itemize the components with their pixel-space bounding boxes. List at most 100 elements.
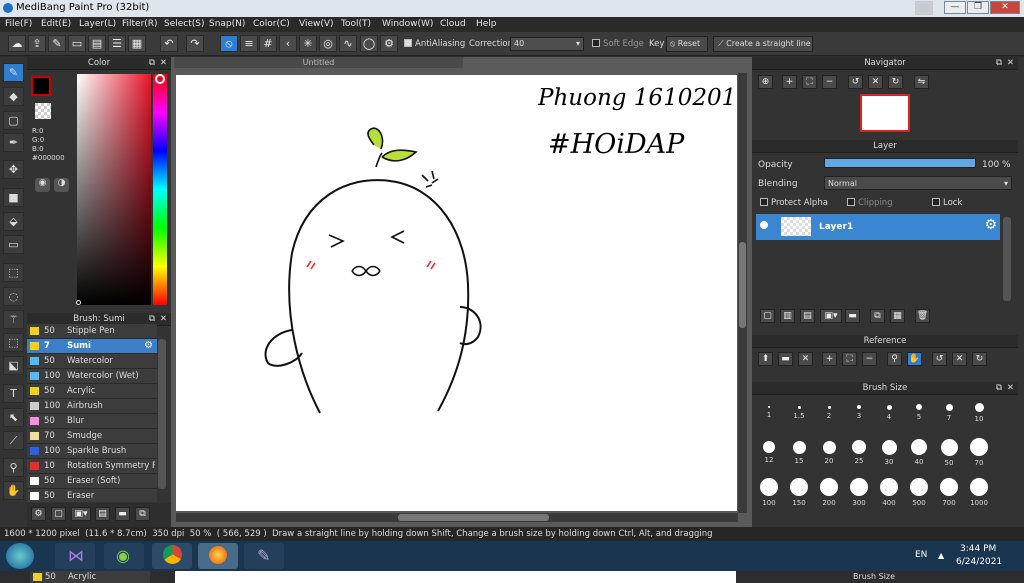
brush-size-option[interactable]: 4 [874, 397, 904, 421]
vanish-snap-icon[interactable]: ‹ [279, 35, 297, 52]
delete-layer-icon[interactable]: 🗑 [915, 309, 930, 323]
palette-icon[interactable]: ◉ [35, 178, 50, 192]
brush-item[interactable]: 100 Sparkle Brush [27, 444, 157, 459]
new-halftone-layer-icon[interactable]: ▥ [780, 309, 795, 323]
zoom-in-icon[interactable]: + [782, 75, 797, 89]
menu-filter[interactable]: Filter(R) [122, 19, 158, 29]
color-wheel-icon[interactable]: ◑ [54, 178, 69, 192]
undo-icon[interactable]: ↶ [160, 35, 178, 52]
brush-settings-icon[interactable]: ⚙ [31, 507, 46, 521]
menu-cloud[interactable]: Cloud [440, 19, 466, 29]
reference-close-icon[interactable]: ✕ [798, 352, 813, 366]
maximize-button[interactable]: ❐ [967, 1, 989, 14]
reference-hand-icon[interactable]: ✋ [907, 352, 922, 366]
rotate-right-icon[interactable]: ↻ [888, 75, 903, 89]
brush-item[interactable]: 50 Acrylic [27, 384, 157, 399]
brush-size-option[interactable]: 150 [784, 477, 814, 507]
brush-item[interactable]: 50 Watercolor [27, 354, 157, 369]
start-button[interactable] [6, 543, 34, 569]
panel-close-icon[interactable]: ✕ [160, 313, 167, 325]
brush-size-option[interactable]: 400 [874, 477, 904, 507]
reference-zoom-in-icon[interactable]: + [822, 352, 837, 366]
brush-properties-icon[interactable]: ▤ [95, 507, 110, 521]
hue-slider[interactable] [153, 74, 167, 305]
reference-reset-icon[interactable]: ✕ [952, 352, 967, 366]
brush-item[interactable]: 50 Eraser [27, 489, 157, 502]
add-layer-menu-icon[interactable]: ▣▾ [820, 309, 842, 323]
menu-file[interactable]: File(F) [5, 19, 32, 29]
layer-folder-icon[interactable]: ▬ [845, 309, 860, 323]
menu-help[interactable]: Help [476, 19, 497, 29]
divide-tool-icon[interactable]: ⟋ [3, 431, 24, 450]
foreground-color-swatch[interactable] [31, 76, 51, 96]
rotate-left-icon[interactable]: ↺ [848, 75, 863, 89]
brush-size-option[interactable]: 300 [844, 477, 874, 507]
menu-layer[interactable]: Layer(L) [79, 19, 116, 29]
tray-arrow-icon[interactable]: ▲ [938, 551, 944, 560]
brush-size-option[interactable]: 40 [904, 437, 934, 466]
parallel-snap-icon[interactable]: ≡ [240, 35, 258, 52]
vertical-scroll-thumb[interactable] [739, 242, 746, 328]
menu-view[interactable]: View(V) [299, 19, 334, 29]
float-icon[interactable]: ⧉ [996, 57, 1002, 69]
opacity-slider[interactable] [824, 158, 976, 168]
fill-rect-tool-icon[interactable]: ■ [3, 188, 24, 207]
curve-snap-icon[interactable]: ∿ [339, 35, 357, 52]
select-pen-tool-icon[interactable]: ⬚ [3, 333, 24, 352]
vertical-scrollbar[interactable] [738, 73, 747, 513]
saturation-brightness-picker[interactable] [77, 74, 151, 305]
clock-time[interactable]: 3:44 PM [960, 544, 996, 554]
document-icon[interactable]: ▤ [88, 35, 106, 52]
brush-size-option[interactable]: 15 [784, 437, 814, 465]
move-tool-icon[interactable]: ✥ [3, 160, 24, 179]
grid-icon[interactable]: ▦ [128, 35, 146, 52]
copy-brush-icon[interactable]: ⧉ [135, 507, 150, 521]
brush-size-option[interactable]: 500 [904, 477, 934, 507]
reference-folder-icon[interactable]: ▬ [778, 352, 793, 366]
hand-tool-icon[interactable]: ✋ [3, 481, 24, 500]
eyedropper-tool-icon[interactable]: ⚲ [3, 458, 24, 477]
folder-icon[interactable]: ▬ [115, 507, 130, 521]
panel-close-icon[interactable]: ✕ [1007, 382, 1014, 394]
circle-snap-icon[interactable]: ◎ [319, 35, 337, 52]
navigator-preview[interactable] [860, 94, 910, 132]
brush-item[interactable]: 70 Smudge [27, 429, 157, 444]
brush-size-option[interactable]: 30 [874, 437, 904, 466]
share-icon[interactable]: ⇪ [28, 35, 46, 52]
ellipse-snap-icon[interactable]: ◯ [360, 35, 378, 52]
protect-alpha-checkbox[interactable]: Protect Alpha [760, 198, 828, 208]
menu-snap[interactable]: Snap(N) [209, 19, 245, 29]
lasso-tool-icon[interactable]: ◌ [3, 287, 24, 306]
new-layer-icon[interactable]: ▢ [760, 309, 775, 323]
comment-icon[interactable]: ✎ [48, 35, 66, 52]
message-icon[interactable]: ▭ [68, 35, 86, 52]
close-button[interactable]: ✕ [990, 1, 1020, 14]
brush-size-option[interactable]: 12 [754, 437, 784, 464]
panel-close-icon[interactable]: ✕ [160, 57, 167, 69]
ccleaner-icon[interactable]: ◉ [104, 543, 144, 569]
brush-size-option[interactable]: 10 [964, 397, 994, 423]
document-tab[interactable]: Untitled [174, 57, 463, 68]
drawing-canvas[interactable]: Phuong 16102010 #HOiDAP [176, 75, 751, 511]
picker-cursor[interactable] [76, 300, 81, 305]
correction-select[interactable]: 40 ▾ [510, 37, 584, 51]
operation-tool-icon[interactable]: ⬉ [3, 408, 24, 427]
brush-item[interactable]: 10 Rotation Symmetry P [27, 459, 157, 474]
soft-edge-checkbox[interactable]: Soft Edge [592, 39, 644, 49]
chrome-icon[interactable] [152, 543, 192, 569]
float-icon[interactable]: ⧉ [996, 382, 1002, 394]
brush-size-option[interactable]: 1000 [964, 477, 994, 507]
language-indicator[interactable]: EN [915, 550, 927, 560]
eraser-tool-icon[interactable]: ◆ [3, 87, 24, 106]
brush-size-option[interactable]: 5 [904, 397, 934, 421]
reference-rotate-right-icon[interactable]: ↻ [972, 352, 987, 366]
visibility-icon[interactable] [760, 221, 768, 229]
lock-checkbox[interactable]: Lock [932, 198, 962, 208]
clock-date[interactable]: 6/24/2021 [956, 557, 1002, 567]
menu-color[interactable]: Color(C) [253, 19, 290, 29]
visual-studio-icon[interactable]: ⋈ [55, 543, 95, 569]
blending-select[interactable]: Normal ▾ [824, 176, 1012, 190]
reference-eyedropper-icon[interactable]: ⚲ [887, 352, 902, 366]
flip-icon[interactable]: ⇋ [914, 75, 929, 89]
brush-size-option[interactable]: 20 [814, 437, 844, 465]
